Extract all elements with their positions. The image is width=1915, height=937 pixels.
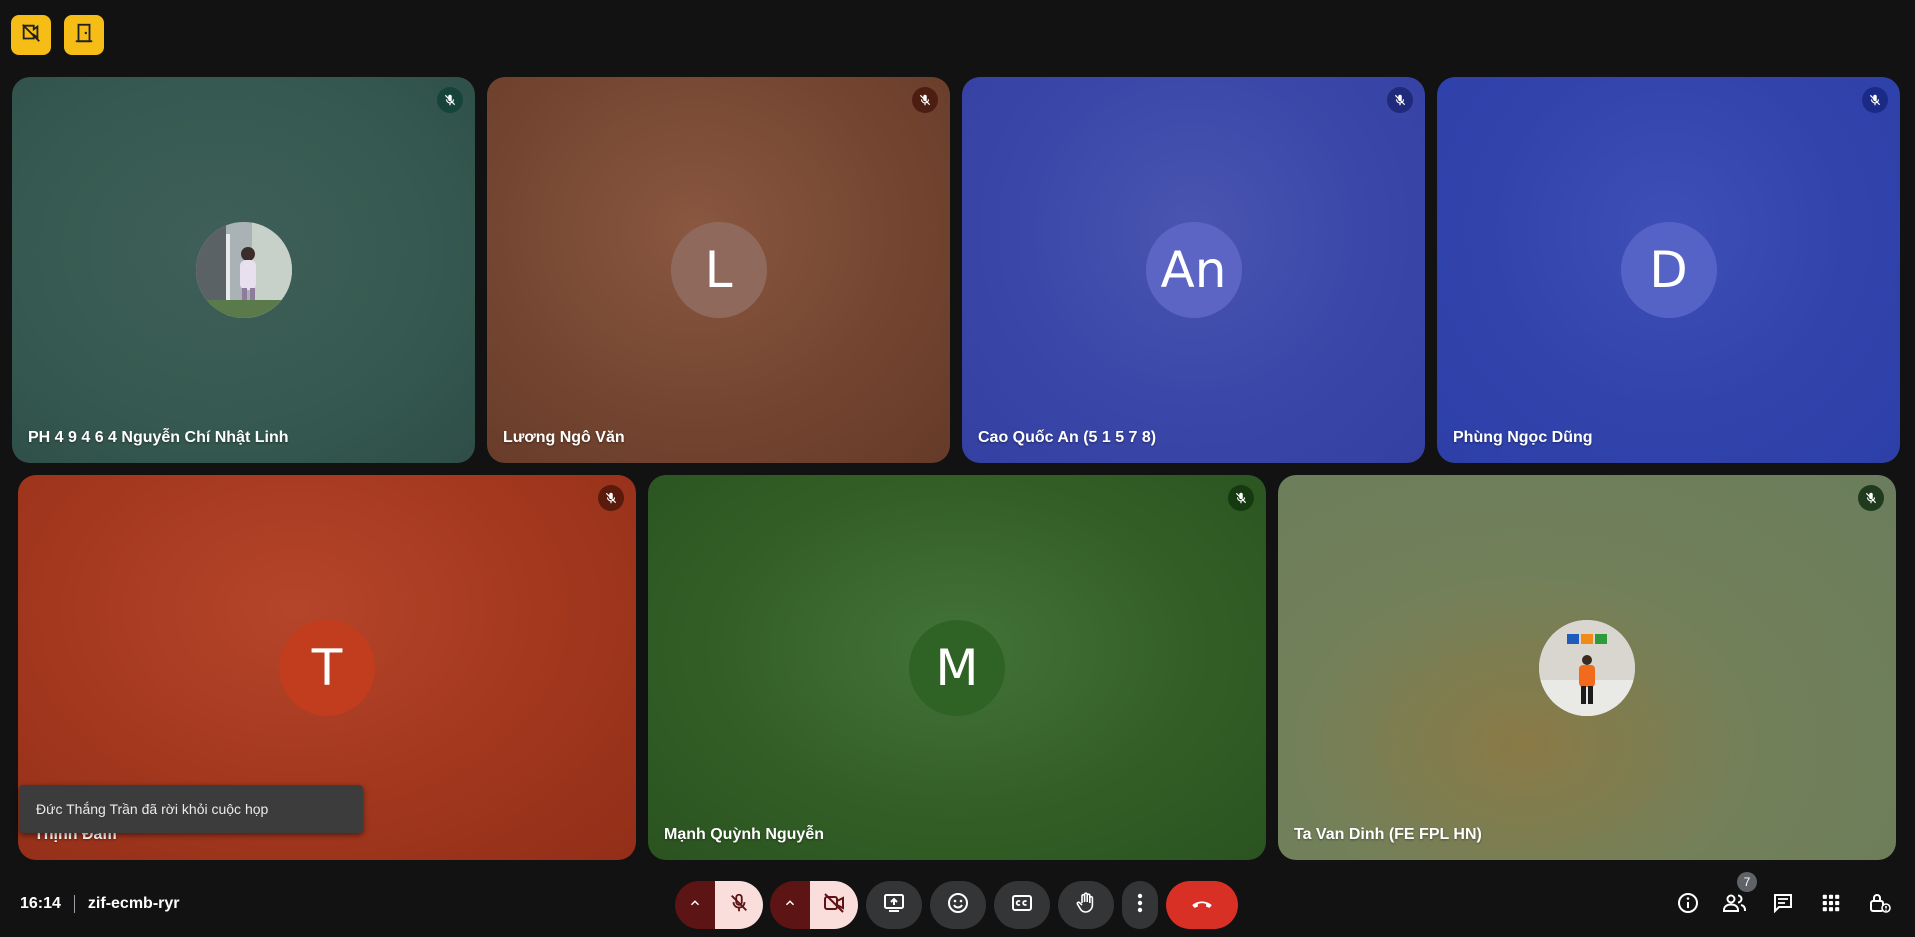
meeting-info: 16:14 zif-ecmb-ryr (20, 893, 180, 915)
mic-muted-icon (1862, 87, 1888, 113)
mic-muted-icon (1228, 485, 1254, 511)
end-call-icon (1189, 890, 1215, 921)
mic-toggle-button[interactable] (715, 881, 763, 929)
raise-hand-button[interactable] (1058, 881, 1114, 929)
raise-hand-icon (1074, 891, 1098, 920)
avatar: An (1145, 222, 1242, 318)
participant-tile[interactable]: M Mạnh Quỳnh Nguyễn (648, 475, 1266, 860)
door-exit-icon (73, 22, 95, 49)
participant-tile[interactable]: D Phùng Ngọc Dũng (1437, 77, 1900, 463)
avatar: T (279, 619, 375, 716)
more-options-icon (1137, 893, 1143, 918)
present-screen-icon (882, 891, 906, 920)
activities-button[interactable] (1815, 889, 1847, 921)
mic-muted-icon (1858, 485, 1884, 511)
no-video-file-button[interactable] (11, 15, 51, 55)
host-controls-icon (1867, 891, 1891, 920)
participant-name: Cao Quốc An (5 1 5 7 8) (978, 429, 1157, 446)
host-controls-button[interactable] (1863, 889, 1895, 921)
more-options-button[interactable] (1122, 881, 1158, 929)
divider (73, 895, 75, 913)
emoji-reaction-button[interactable] (930, 881, 986, 929)
mic-off-icon (728, 892, 750, 919)
chevron-up-icon (688, 896, 702, 915)
door-exit-button[interactable] (64, 15, 104, 55)
meeting-details-button[interactable] (1672, 889, 1704, 921)
participant-name: Phùng Ngọc Dũng (1453, 429, 1593, 446)
activities-icon (1820, 892, 1842, 919)
participant-name: PH 4 9 4 6 4 Nguyễn Chí Nhật Linh (28, 429, 289, 446)
participant-tile[interactable]: PH 4 9 4 6 4 Nguyễn Chí Nhật Linh (12, 77, 475, 463)
participant-tile[interactable]: L Lương Ngô Văn (487, 77, 950, 463)
camera-toggle-button[interactable] (810, 881, 858, 929)
avatar: D (1620, 222, 1717, 318)
camera-off-icon (822, 891, 846, 920)
end-call-button[interactable] (1166, 881, 1238, 929)
mic-muted-icon (598, 485, 624, 511)
present-screen-button[interactable] (866, 881, 922, 929)
meeting-time: 16:14 (20, 895, 61, 912)
audio-options-button[interactable] (675, 881, 715, 929)
info-icon (1676, 891, 1700, 920)
chat-icon (1771, 891, 1795, 920)
avatar: M (909, 619, 1005, 716)
participant-tile[interactable]: Ta Van Dinh (FE FPL HN) (1278, 475, 1896, 860)
avatar (1539, 619, 1635, 716)
mic-control (675, 881, 763, 929)
captions-icon (1010, 891, 1034, 920)
participant-name: Ta Van Dinh (FE FPL HN) (1294, 826, 1482, 843)
chat-button[interactable] (1767, 889, 1799, 921)
people-count-badge: 7 (1737, 872, 1757, 892)
avatar (195, 222, 292, 318)
mic-muted-icon (437, 87, 463, 113)
no-video-file-icon (20, 22, 42, 49)
captions-button[interactable] (994, 881, 1050, 929)
people-icon (1722, 891, 1748, 920)
video-options-button[interactable] (770, 881, 810, 929)
participant-tile[interactable]: An Cao Quốc An (5 1 5 7 8) (962, 77, 1425, 463)
meeting-code: zif-ecmb-ryr (87, 895, 180, 912)
participant-left-toast: Đức Thắng Trần đã rời khỏi cuộc họp (19, 785, 363, 833)
people-button[interactable] (1719, 889, 1751, 921)
emoji-icon (946, 891, 970, 920)
participant-name: Lương Ngô Văn (503, 429, 625, 446)
participant-name: Mạnh Quỳnh Nguyễn (664, 826, 824, 843)
camera-control (770, 881, 858, 929)
chevron-up-icon (783, 896, 797, 915)
avatar: L (670, 222, 767, 318)
mic-muted-icon (1387, 87, 1413, 113)
mic-muted-icon (912, 87, 938, 113)
